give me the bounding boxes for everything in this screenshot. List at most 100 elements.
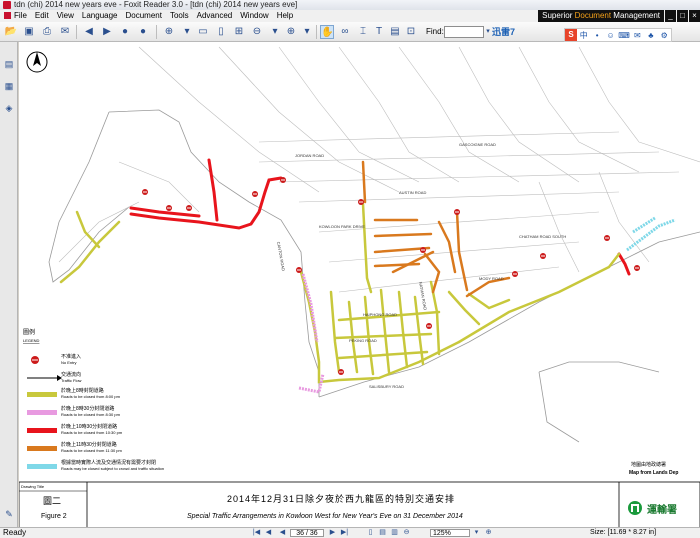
svg-text:MODY ROAD: MODY ROAD [479,276,504,281]
no-entry-icon [454,209,460,215]
forward-arrow-icon[interactable]: ▶ [100,25,114,39]
map-credit-zh: 地圖由地政總署 [631,461,666,468]
bookmarks-icon[interactable]: ▤ [3,58,15,70]
stop-icon[interactable]: ● [136,25,150,39]
no-entry-icon [280,177,286,183]
status-ready: Ready [3,528,27,537]
document-title-en: Special Traffic Arrangements in Kowloon … [187,513,463,520]
ime-mail-icon[interactable]: ✉ [631,31,644,40]
fit-page-icon[interactable]: ▭ [196,25,210,39]
menu-language[interactable]: Language [78,10,122,22]
ime-chinese-mode[interactable]: 中 [577,30,590,41]
layers-icon[interactable]: ◈ [3,102,15,114]
map-page: JORDAN ROAD AUSTIN ROAD GASCOIGNE ROAD C… [19,46,700,528]
window-titlebar: tdn (chi) 2014 new years eve - Foxit Rea… [0,0,700,10]
svg-text:KOWLOON PARK DRIVE: KOWLOON PARK DRIVE [319,224,365,229]
no-entry-icon [166,205,172,211]
zoom-dropdown-status-icon[interactable]: ▾ [472,529,481,537]
doc-close-icon[interactable]: × [689,10,700,22]
first-page-icon[interactable]: |◀ [252,529,261,537]
open-folder-icon[interactable]: 📂 [4,25,18,39]
zoom-in-icon[interactable]: ⊕ [162,25,176,39]
doc-minimize-icon[interactable]: _ [665,10,676,22]
ime-skin-icon[interactable]: ♣ [644,31,657,40]
xunlei-button[interactable]: 迅雷7 [492,26,536,38]
save-icon[interactable]: ▣ [22,25,36,39]
svg-text:於晚上8時30分封閉道路: 於晚上8時30分封閉道路 [61,405,114,412]
zoom-dropdown-icon[interactable]: ▾ [180,25,194,39]
map-credit-en: Map from Lands Dep [629,470,678,476]
actual-size-icon[interactable]: ⊞ [232,25,246,39]
ime-settings-icon[interactable]: ⚙ [658,31,671,40]
no-entry-icon [142,189,148,195]
document-view[interactable]: JORDAN ROAD AUSTIN ROAD GASCOIGNE ROAD C… [19,42,700,528]
figure-number-zh: 圖二 [43,496,61,506]
attachment-icon[interactable]: ✎ [3,508,15,520]
single-page-icon[interactable]: ▯ [366,529,375,537]
menu-file[interactable]: File [0,10,31,22]
fit-width-icon[interactable]: ▯ [214,25,228,39]
svg-text:NATHAN ROAD: NATHAN ROAD [418,281,428,310]
menu-view[interactable]: View [53,10,78,22]
typewriter-icon[interactable]: T [372,25,386,39]
no-entry-icon [338,369,344,375]
last-page-icon[interactable]: ▶| [340,529,349,537]
zoom-in-small-icon[interactable]: ⊕ [284,25,298,39]
svg-text:根據當時實際人流及交通情況有需要才封閉: 根據當時實際人流及交通情況有需要才封閉 [61,459,156,466]
email-icon[interactable]: ✉ [58,25,72,39]
zoom-out-status-icon[interactable]: ⊖ [402,529,411,537]
glasses-icon[interactable]: ∞ [338,25,352,39]
rotate-icon[interactable]: ▾ [300,25,314,39]
ime-punctuation-icon[interactable]: • [590,31,603,40]
no-entry-icon [426,323,432,329]
menu-advanced[interactable]: Advanced [193,10,237,22]
svg-text:HAIPHONG ROAD: HAIPHONG ROAD [363,312,397,317]
zoom-level-select[interactable]: 125% [430,529,470,537]
page-number-input[interactable]: 36 / 36 [290,529,324,537]
hand-tool-icon[interactable]: ✋ [320,25,334,39]
prev-page-alt-icon[interactable]: ◀ [278,529,287,537]
svg-text:Roads may be closed subject to: Roads may be closed subject to crowd and… [61,466,164,471]
menu-tools[interactable]: Tools [166,10,193,22]
pages-thumbnails-icon[interactable]: ▦ [3,80,15,92]
ime-emoji-icon[interactable]: ☺ [604,31,617,40]
toolbar-separator [316,25,317,39]
back-arrow-icon[interactable]: ◀ [82,25,96,39]
note-icon[interactable]: ▤ [388,25,402,39]
street-grid [58,46,700,293]
svg-text:於晚上10時30分封閉道路: 於晚上10時30分封閉道路 [61,423,117,430]
select-text-icon[interactable]: ⌶ [356,25,370,39]
snapshot-icon[interactable]: ⊡ [404,25,418,39]
zoom-out-icon[interactable]: ⊖ [250,25,264,39]
facing-page-icon[interactable]: ▥ [390,529,399,537]
legend-no-entry: 不准進入 No Entry [31,353,81,365]
title-block: Drawing Title 圖二 Figure 2 2014年12月31日除夕夜… [19,481,700,528]
svg-text:AUSTIN ROAD: AUSTIN ROAD [399,190,426,195]
no-entry-icon [296,267,302,273]
find-label: Find: [426,27,444,36]
legend-title-en: LEGEND [23,338,40,343]
legend-830pm: 於晚上8時30分封閉道路 Roads to be closed from 8:3… [27,405,121,417]
continuous-page-icon[interactable]: ▤ [378,529,387,537]
menu-help[interactable]: Help [273,10,297,22]
svg-text:Roads to be closed from 11:30: Roads to be closed from 11:30 pm [61,448,123,453]
zoom-out-dropdown-icon[interactable]: ▾ [268,25,282,39]
legend: 圖例 LEGEND 不准進入 No Entry 交通流向 Traffic Flo… [23,328,164,471]
prev-page-icon[interactable]: ◀ [264,529,273,537]
find-dropdown-icon[interactable]: ▾ [484,26,492,38]
menu-document[interactable]: Document [121,10,165,22]
menu-window[interactable]: Window [236,10,272,22]
next-page-icon[interactable]: ▶ [328,529,337,537]
print-icon[interactable]: ⎙ [40,25,54,39]
zoom-in-status-icon[interactable]: ⊕ [484,529,493,537]
play-icon[interactable]: ● [118,25,132,39]
ime-keyboard-icon[interactable]: ⌨ [617,31,630,40]
menu-edit[interactable]: Edit [31,10,53,22]
legend-1030pm: 於晚上10時30分封閉道路 Roads to be closed from 10… [27,423,123,435]
find-input[interactable] [444,26,484,38]
doc-restore-icon[interactable]: □ [677,10,688,22]
window-title: tdn (chi) 2014 new years eve - Foxit Rea… [14,0,298,9]
brand-banner: Superior Document Management [538,10,664,22]
sogou-logo-icon[interactable]: S [565,29,577,41]
department-name-zh: 運輸署 [647,503,677,516]
